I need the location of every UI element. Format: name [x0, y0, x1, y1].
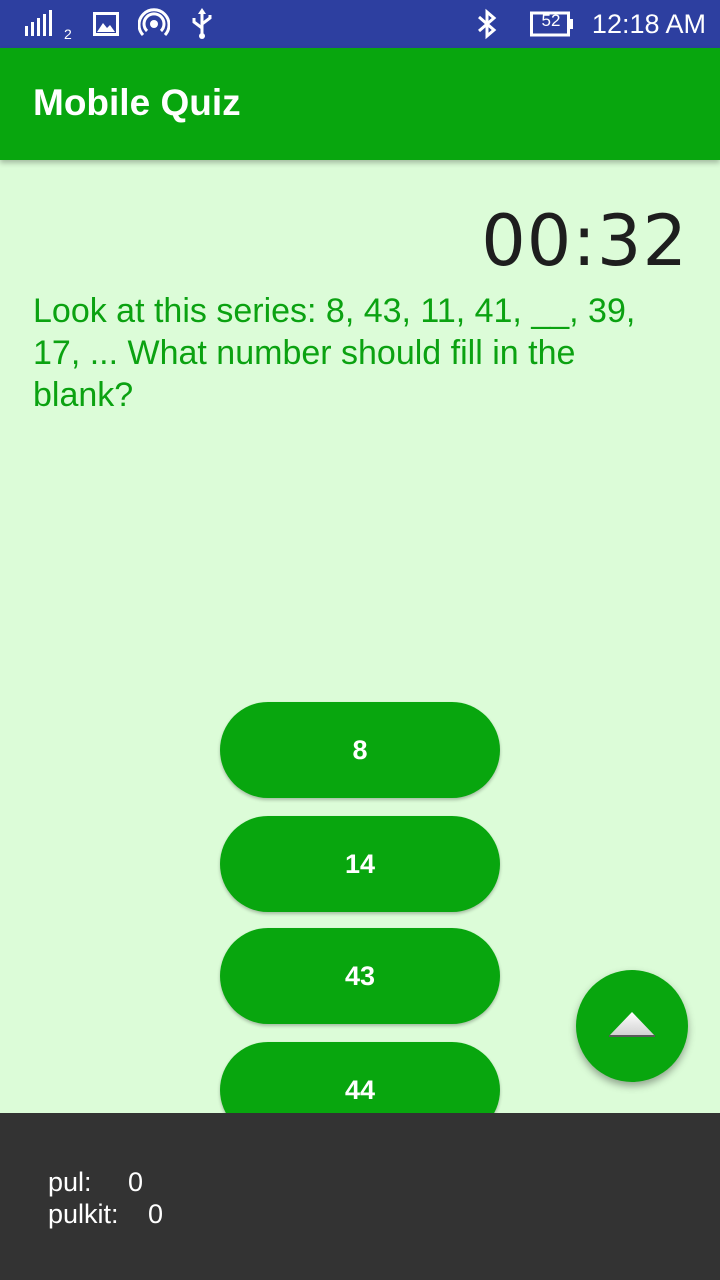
score-row-2: pulkit: 0 — [48, 1199, 163, 1230]
usb-icon — [190, 8, 214, 40]
chevron-up-icon — [607, 1010, 657, 1043]
answer-button-3[interactable]: 43 — [220, 928, 500, 1024]
question-text: Look at this series: 8, 43, 11, 41, __, … — [33, 292, 636, 414]
signal-sim-label: 2 — [64, 26, 72, 42]
bluetooth-icon — [476, 8, 498, 40]
answer-button-2[interactable]: 14 — [220, 816, 500, 912]
score-panel: pul: 0 pulkit: 0 — [0, 1113, 720, 1280]
status-bar: 2 52 12:18 AM — [0, 0, 720, 48]
player-score: 0 — [148, 1199, 164, 1229]
player-score: 0 — [128, 1167, 144, 1197]
answer-list: 8 14 43 44 — [220, 702, 500, 1156]
battery-level: 52 — [541, 11, 561, 30]
hotspot-icon — [138, 8, 170, 40]
countdown-timer: 00:32 — [481, 200, 688, 282]
player-name: pul: — [48, 1167, 92, 1197]
score-row-1: pul: 0 — [48, 1167, 143, 1198]
player-name: pulkit: — [48, 1199, 119, 1229]
scroll-up-button[interactable] — [576, 970, 688, 1082]
answer-button-1[interactable]: 8 — [220, 702, 500, 798]
signal-icon — [24, 8, 60, 40]
status-time: 12:18 AM — [591, 9, 706, 39]
app-bar: Mobile Quiz — [0, 48, 720, 160]
app-title: Mobile Quiz — [33, 82, 241, 123]
image-icon — [93, 8, 119, 40]
